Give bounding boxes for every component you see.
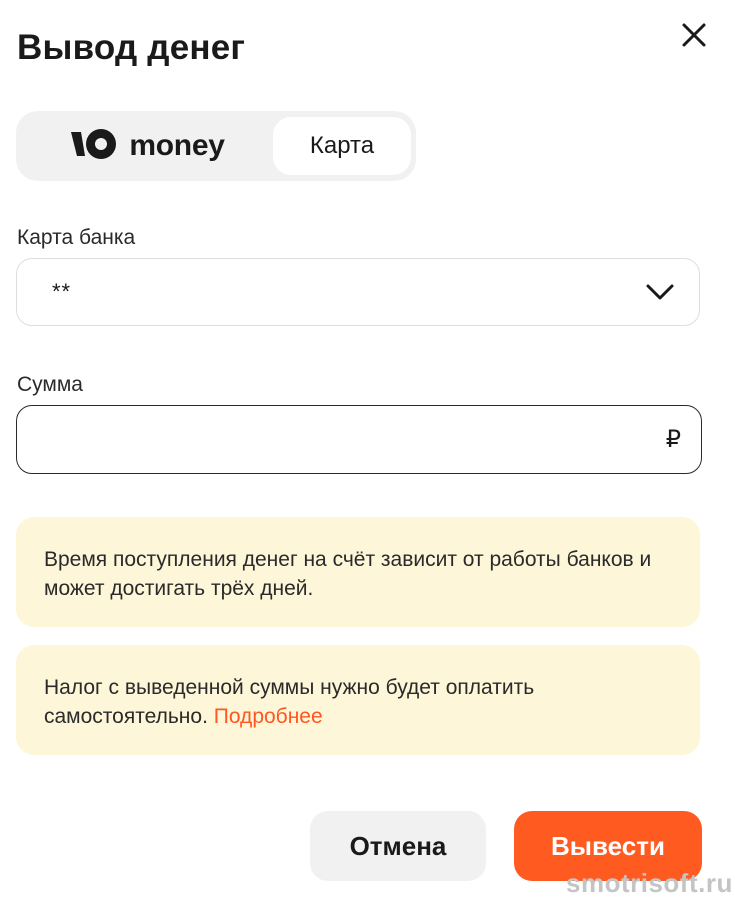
amount-label: Сумма [17, 373, 83, 396]
notice-tax: Налог с выведенной суммы нужно будет опл… [16, 645, 700, 755]
notice-delivery-text: Время поступления денег на счёт зависит … [44, 548, 652, 600]
switch-option-card[interactable]: Карта [273, 117, 411, 175]
withdraw-dialog: Вывод денег money Карта Карта банка ** С… [0, 0, 735, 901]
ruble-sign: ₽ [665, 425, 681, 453]
payout-method-switch: money Карта [16, 111, 416, 181]
bank-card-label: Карта банка [17, 226, 136, 249]
dialog-title: Вывод денег [17, 28, 246, 67]
amount-field-wrapper: ₽ [16, 405, 702, 474]
amount-input[interactable] [37, 420, 641, 460]
cancel-button[interactable]: Отмена [310, 811, 486, 881]
more-info-link[interactable]: Подробнее [214, 705, 323, 728]
bank-card-select[interactable]: ** [16, 258, 700, 326]
close-icon [682, 23, 706, 47]
chevron-down-icon [645, 281, 675, 308]
notice-delivery-time: Время поступления денег на счёт зависит … [16, 517, 700, 627]
bank-card-value: ** [52, 279, 72, 304]
yoomoney-logo-text: money [129, 129, 225, 162]
close-button[interactable] [676, 18, 712, 54]
yoomoney-logo-icon [69, 128, 119, 165]
watermark: smotrisoft.ru [566, 868, 733, 898]
switch-option-yoomoney[interactable]: money [22, 117, 272, 175]
